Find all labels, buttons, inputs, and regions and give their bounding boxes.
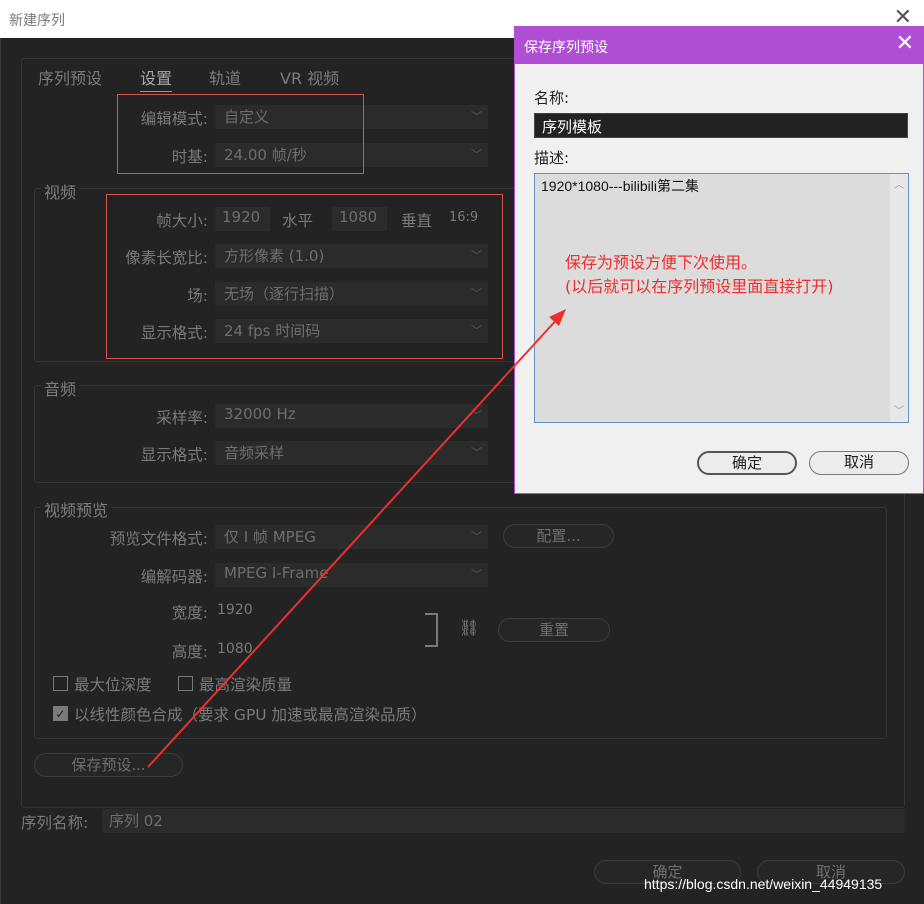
dialog-title: 保存序列预设	[524, 40, 608, 56]
audio-display-format-label: 显示格式:	[140, 446, 208, 464]
dialog-cancel-button[interactable]: 取消	[809, 451, 909, 475]
codec-label: 编解码器:	[140, 568, 208, 586]
codec-value: MPEG I-Frame	[224, 564, 329, 582]
chevron-down-icon: ﹀	[471, 446, 482, 459]
audio-group-title: 音频	[41, 376, 80, 400]
highlight-box-edit-mode	[117, 94, 364, 174]
preview-file-format-dropdown[interactable]: 仅 I 帧 MPEG ﹀	[215, 525, 488, 549]
sample-rate-label: 采样率:	[156, 409, 208, 427]
max-render-quality-label: 最高渲染质量	[199, 676, 293, 694]
tab-vr-video[interactable]: VR 视频	[280, 65, 339, 89]
save-preset-button[interactable]: 保存预设...	[34, 753, 183, 777]
description-scrollbar[interactable]: ︿ ﹀	[890, 174, 908, 422]
highlight-box-video	[106, 194, 503, 359]
audio-display-format-dropdown[interactable]: 音频采样 ﹀	[215, 441, 488, 465]
linear-color-label: 以线性颜色合成（要求 GPU 加速或最高渲染品质）	[74, 706, 427, 724]
sample-rate-value: 32000 Hz	[224, 405, 296, 423]
max-render-quality-checkbox[interactable]	[178, 676, 193, 691]
name-label: 名称:	[534, 89, 570, 107]
tab-sequence-presets[interactable]: 序列预设	[38, 65, 102, 89]
description-label: 描述:	[534, 149, 570, 167]
annotation-line-2: (以后就可以在序列预设里面直接打开)	[565, 277, 834, 296]
annotation-line-1: 保存为预设方便下次使用。	[565, 253, 758, 272]
video-preview-group-title: 视频预览	[41, 497, 112, 521]
chevron-down-icon: ﹀	[471, 568, 482, 581]
preview-file-format-label: 预览文件格式:	[109, 530, 208, 548]
dialog-ok-button[interactable]: 确定	[697, 451, 797, 475]
dialog-titlebar: 保存序列预设 ✕	[515, 27, 923, 64]
max-bit-depth-label: 最大位深度	[74, 676, 152, 694]
tab-tracks[interactable]: 轨道	[209, 65, 241, 89]
scroll-down-icon[interactable]: ﹀	[894, 402, 904, 417]
preview-file-format-value: 仅 I 帧 MPEG	[224, 528, 316, 546]
chevron-down-icon: ﹀	[471, 409, 482, 422]
linear-color-checkbox[interactable]: ✓	[53, 706, 68, 721]
preset-name-input[interactable]: 序列模板	[534, 113, 908, 138]
link-icon[interactable]: ⛓	[459, 618, 479, 637]
dialog-close-icon[interactable]: ✕	[896, 32, 914, 56]
link-bracket	[425, 613, 438, 647]
tab-settings[interactable]: 设置	[140, 65, 173, 92]
video-group-title: 视频	[41, 179, 80, 203]
scroll-up-icon[interactable]: ︿	[894, 176, 904, 191]
chevron-down-icon: ﹀	[471, 530, 482, 543]
annotation-note: 保存为预设方便下次使用。 (以后就可以在序列预设里面直接打开)	[565, 251, 834, 299]
preview-height-value[interactable]: 1080	[217, 641, 253, 657]
max-bit-depth-checkbox[interactable]	[53, 676, 68, 691]
sequence-name-input[interactable]: 序列 02	[102, 809, 905, 833]
audio-display-format-value: 音频采样	[224, 444, 285, 462]
preview-width-value[interactable]: 1920	[217, 602, 253, 618]
sample-rate-dropdown[interactable]: 32000 Hz ﹀	[215, 404, 488, 428]
watermark-text: https://blog.csdn.net/weixin_44949135	[644, 876, 883, 892]
sequence-name-label: 序列名称:	[21, 814, 89, 832]
reset-button[interactable]: 重置	[498, 618, 610, 642]
codec-dropdown[interactable]: MPEG I-Frame ﹀	[215, 563, 488, 587]
preview-width-label: 宽度:	[171, 604, 208, 622]
preview-height-label: 高度:	[171, 643, 208, 661]
window-title: 新建序列	[9, 13, 65, 29]
description-text: 1920*1080---bilibili第二集	[541, 178, 699, 194]
chevron-down-icon: ﹀	[471, 110, 482, 123]
chevron-down-icon: ﹀	[471, 148, 482, 161]
configure-button[interactable]: 配置...	[503, 524, 614, 548]
